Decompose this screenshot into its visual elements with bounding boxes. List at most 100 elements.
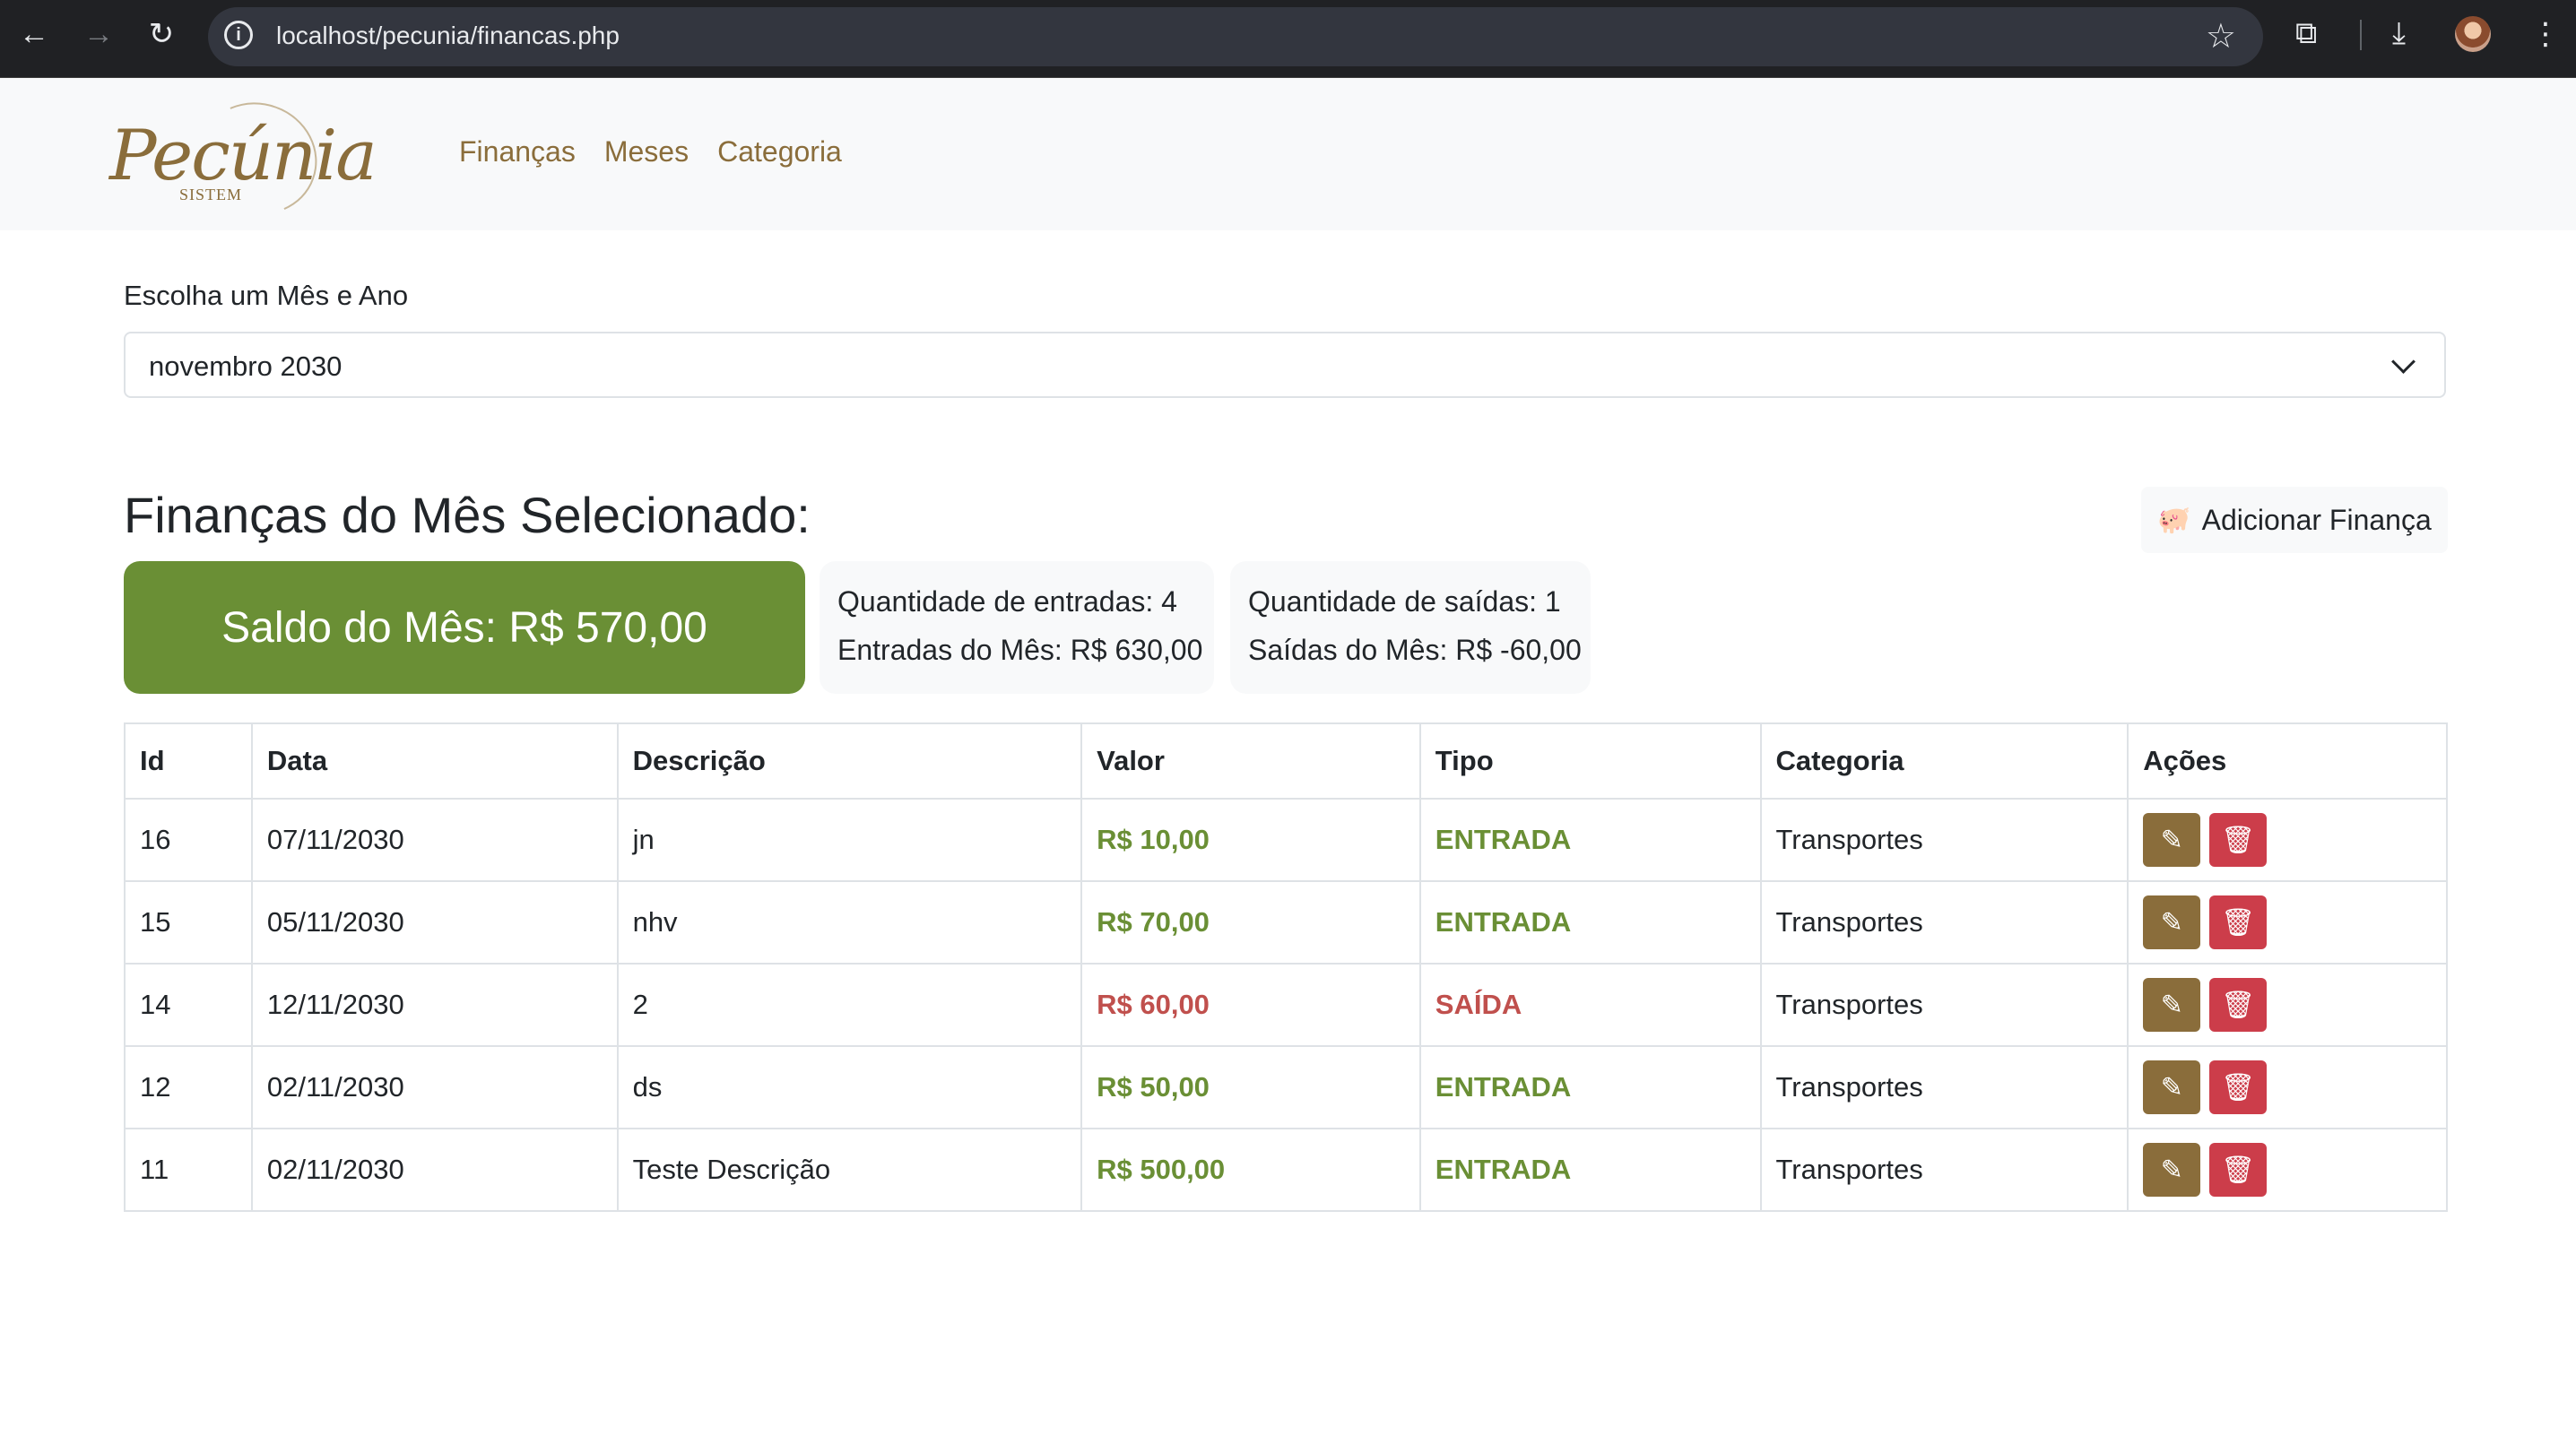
cell-categoria: Transportes [1759,1045,2129,1129]
edit-button[interactable]: ✎ [2143,1143,2201,1197]
month-select-label: Escolha um Mês e Ano [124,280,409,311]
trash-icon: 🗑 [2221,1072,2256,1103]
site-info-icon[interactable]: i [224,21,253,49]
trash-icon: 🗑 [2221,907,2256,938]
trash-icon: 🗑 [2221,825,2256,855]
saidas-total: Saídas do Mês: R$ -60,00 [1248,634,1582,666]
menu-kebab-icon[interactable]: ⋮ [2530,16,2561,52]
col-header-id[interactable]: Id [124,722,253,800]
edit-button[interactable]: ✎ [2143,1060,2201,1114]
table-row: 15 05/11/2030 nhv R$ 70,00 ENTRADA Trans… [124,880,2448,965]
table-header-row: Id Data Descrição Valor Tipo Categoria A… [124,722,2448,800]
cell-acoes: ✎ 🗑 [2127,1045,2448,1129]
reload-icon[interactable]: ↻ [145,18,178,50]
col-header-categoria[interactable]: Categoria [1759,722,2129,800]
cell-categoria: Transportes [1759,798,2129,882]
pencil-icon: ✎ [2160,907,2183,938]
cell-tipo: SAÍDA [1418,963,1762,1047]
entradas-card: Quantidade de entradas: 4 Entradas do Mê… [820,561,1214,694]
table-row: 11 02/11/2030 Teste Descrição R$ 500,00 … [124,1128,2448,1212]
cell-tipo: ENTRADA [1418,880,1762,965]
cell-descricao: nhv [616,880,1083,965]
piggy-bank-icon: 🐖 [2157,505,2191,535]
back-icon[interactable]: ← [18,18,50,50]
table-row: 16 07/11/2030 jn R$ 10,00 ENTRADA Transp… [124,798,2448,882]
brand-name: Pecúnia [109,116,377,196]
month-select-value: novembro 2030 [149,350,343,382]
edit-button[interactable]: ✎ [2143,978,2201,1032]
col-header-tipo[interactable]: Tipo [1418,722,1762,800]
edit-button[interactable]: ✎ [2143,813,2201,867]
month-select[interactable]: novembro 2030 [124,332,2446,398]
edit-button[interactable]: ✎ [2143,895,2201,949]
cell-acoes: ✎ 🗑 [2127,963,2448,1047]
delete-button[interactable]: 🗑 [2209,813,2268,867]
extensions-icon[interactable]: ⧉ [2295,16,2317,51]
col-header-data[interactable]: Data [250,722,619,800]
nav-item-meses[interactable]: Meses [604,135,689,169]
saidas-quantidade: Quantidade de saídas: 1 [1248,585,1561,618]
cell-categoria: Transportes [1759,1128,2129,1212]
browser-toolbar: ← → ↻ i localhost/pecunia/financas.php ☆… [0,0,2576,78]
cell-data: 02/11/2030 [250,1128,619,1212]
delete-button[interactable]: 🗑 [2209,895,2268,949]
cell-id: 16 [124,798,253,882]
app-navbar: Pecúnia SISTEM Finanças Meses Categoria [0,78,2576,232]
cell-categoria: Transportes [1759,880,2129,965]
cell-id: 12 [124,1045,253,1129]
cell-data: 02/11/2030 [250,1045,619,1129]
cell-acoes: ✎ 🗑 [2127,880,2448,965]
address-bar[interactable]: i localhost/pecunia/financas.php ☆ [208,7,2263,66]
pencil-icon: ✎ [2160,1072,2183,1103]
url-text[interactable]: localhost/pecunia/financas.php [276,22,620,50]
cell-valor: R$ 70,00 [1080,880,1421,965]
cell-descricao: jn [616,798,1083,882]
cell-tipo: ENTRADA [1418,1128,1762,1212]
cell-tipo: ENTRADA [1418,1045,1762,1129]
pencil-icon: ✎ [2160,825,2183,855]
cell-data: 07/11/2030 [250,798,619,882]
main-nav: Finanças Meses Categoria [459,135,842,169]
cell-acoes: ✎ 🗑 [2127,798,2448,882]
brand-logo[interactable]: Pecúnia SISTEM [108,85,377,232]
table-row: 14 12/11/2030 2 R$ 60,00 SAÍDA Transport… [124,963,2448,1047]
nav-item-financas[interactable]: Finanças [459,135,576,169]
trash-icon: 🗑 [2221,1155,2256,1185]
cell-valor: R$ 500,00 [1080,1128,1421,1212]
profile-avatar[interactable] [2455,16,2491,52]
trash-icon: 🗑 [2221,990,2256,1020]
forward-icon[interactable]: → [82,18,115,50]
col-header-valor[interactable]: Valor [1080,722,1421,800]
cell-id: 11 [124,1128,253,1212]
table-row: 12 02/11/2030 ds R$ 50,00 ENTRADA Transp… [124,1045,2448,1129]
chevron-down-icon [2391,350,2416,374]
entradas-quantidade: Quantidade de entradas: 4 [837,585,1177,618]
cell-valor: R$ 60,00 [1080,963,1421,1047]
pencil-icon: ✎ [2160,990,2183,1020]
cell-categoria: Transportes [1759,963,2129,1047]
cell-acoes: ✎ 🗑 [2127,1128,2448,1212]
cell-data: 05/11/2030 [250,880,619,965]
saidas-card: Quantidade de saídas: 1 Saídas do Mês: R… [1230,561,1591,694]
cell-descricao: Teste Descrição [616,1128,1083,1212]
add-financa-button[interactable]: 🐖 Adicionar Finança [2141,487,2448,553]
cell-valor: R$ 10,00 [1080,798,1421,882]
col-header-descricao[interactable]: Descrição [616,722,1083,800]
bookmark-star-icon[interactable]: ☆ [2206,16,2236,56]
delete-button[interactable]: 🗑 [2209,978,2268,1032]
entradas-total: Entradas do Mês: R$ 630,00 [837,634,1203,666]
download-icon[interactable]: ⤓ [2392,16,2406,51]
cell-valor: R$ 50,00 [1080,1045,1421,1129]
delete-button[interactable]: 🗑 [2209,1143,2268,1197]
delete-button[interactable]: 🗑 [2209,1060,2268,1114]
page-title: Finanças do Mês Selecionado: [124,487,811,543]
saldo-card: Saldo do Mês: R$ 570,00 [124,561,805,694]
cell-id: 15 [124,880,253,965]
toolbar-separator [2360,20,2362,50]
col-header-acoes: Ações [2127,722,2448,800]
nav-item-categoria[interactable]: Categoria [717,135,842,169]
cell-id: 14 [124,963,253,1047]
pencil-icon: ✎ [2160,1155,2183,1185]
cell-tipo: ENTRADA [1418,798,1762,882]
cell-data: 12/11/2030 [250,963,619,1047]
